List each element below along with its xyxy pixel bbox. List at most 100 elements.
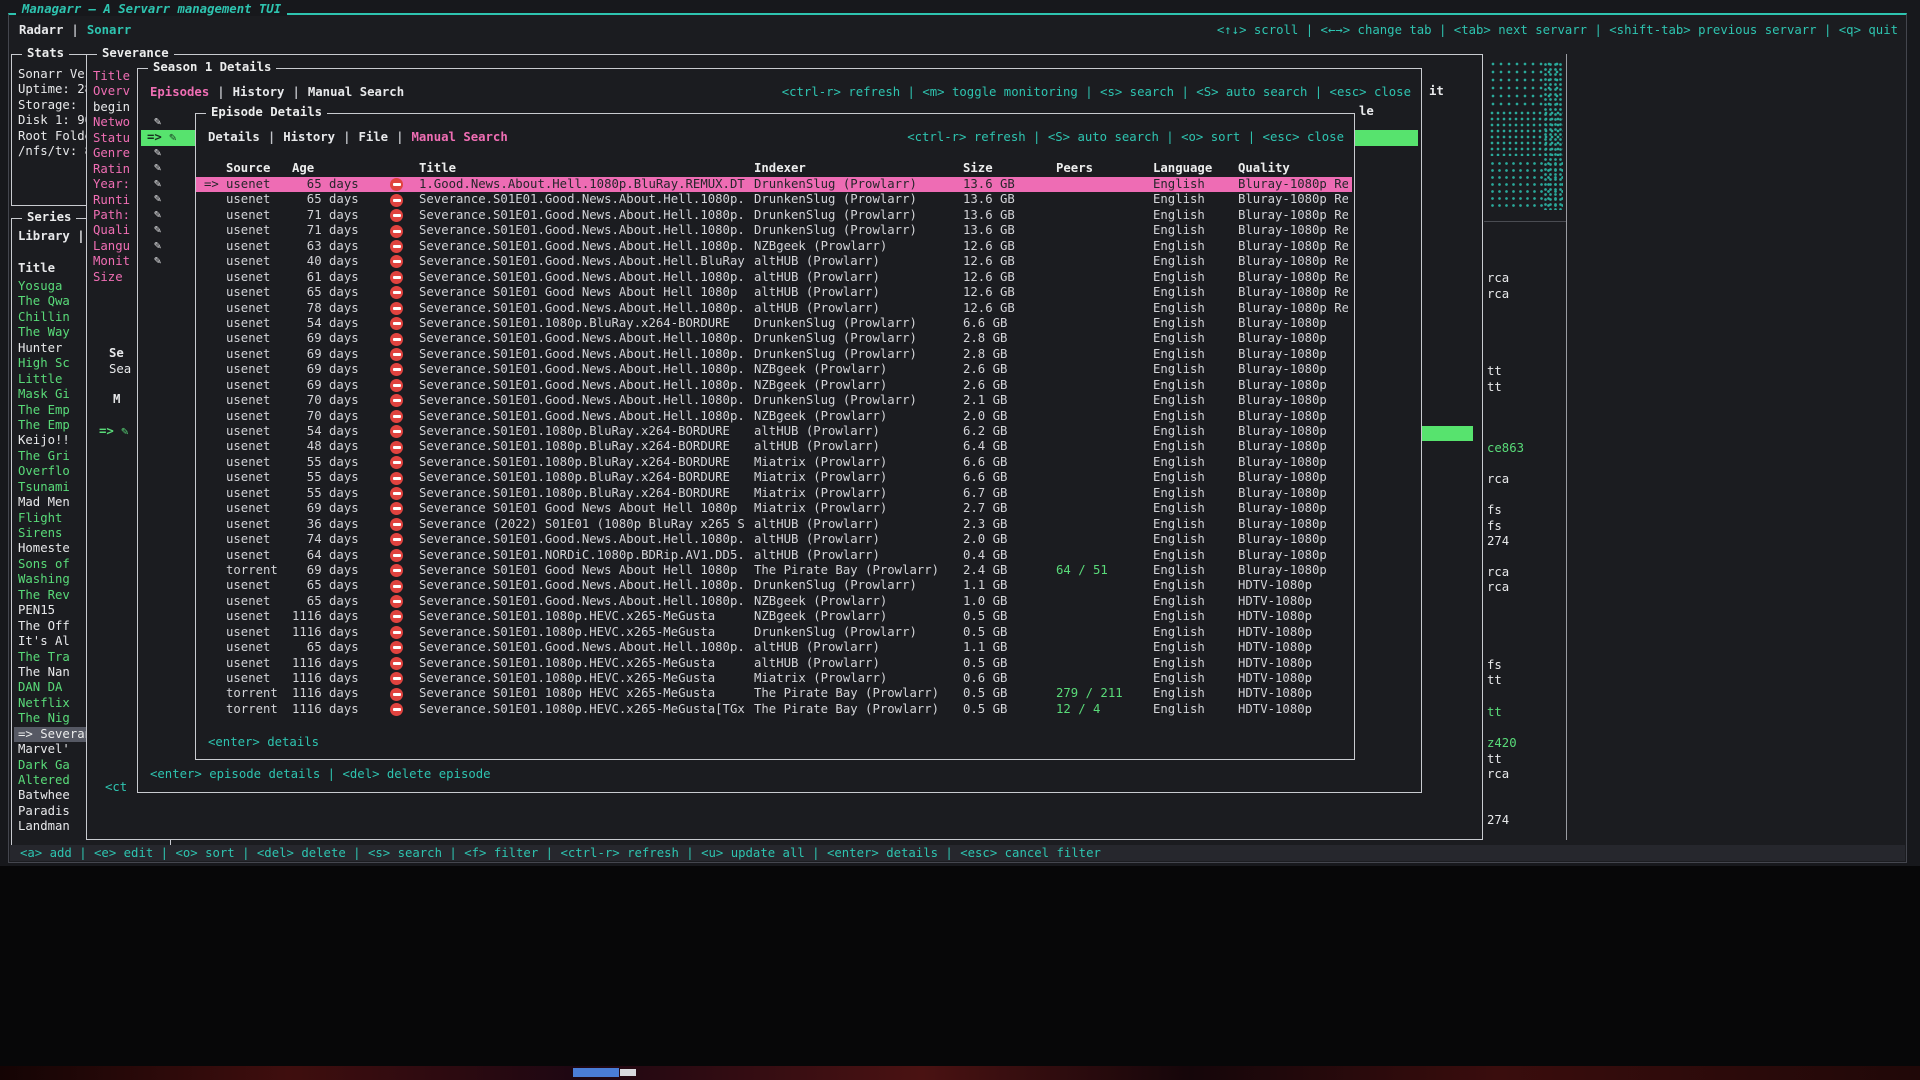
release-source: usenet — [226, 208, 292, 223]
release-row[interactable]: usenet 65 daysSeverance.S01E01.Good.News… — [196, 640, 1352, 655]
release-row[interactable]: usenet1116 daysSeverance.S01E01.1080p.HE… — [196, 609, 1352, 624]
release-row[interactable]: usenet1116 daysSeverance.S01E01.1080p.HE… — [196, 656, 1352, 671]
tab-details[interactable]: Details — [208, 130, 260, 144]
release-row[interactable]: => usenet 65 days1.Good.News.About.Hell.… — [196, 177, 1352, 192]
release-row[interactable]: usenet 64 daysSeverance.S01E01.NORDiC.10… — [196, 548, 1352, 563]
release-row[interactable]: usenet1116 daysSeverance.S01E01.1080p.HE… — [196, 671, 1352, 686]
episode-row-fragment[interactable]: ✎ — [154, 207, 161, 222]
release-quality: Quality — [1238, 161, 1348, 176]
release-indexer: altHUB (Prowlarr) — [754, 532, 963, 547]
release-row[interactable]: usenet 65 daysSeverance.S01E01.Good.News… — [196, 594, 1352, 609]
app-title: Managarr — A Servarr management TUI — [16, 2, 287, 16]
release-row[interactable]: usenet 54 daysSeverance.S01E01.1080p.Blu… — [196, 424, 1352, 439]
release-size: 6.7 GB — [963, 486, 1056, 501]
row-selection-prefix — [196, 362, 226, 377]
release-age: 69 days — [292, 362, 374, 377]
release-row[interactable]: usenet 74 daysSeverance.S01E01.Good.News… — [196, 532, 1352, 547]
release-peers — [1056, 532, 1153, 547]
release-peers — [1056, 501, 1153, 516]
release-size: Size — [963, 161, 1056, 176]
release-row[interactable]: usenet 36 daysSeverance (2022) S01E01 (1… — [196, 517, 1352, 532]
release-age: 48 days — [292, 439, 374, 454]
row-selection-prefix — [196, 470, 226, 485]
release-age: 61 days — [292, 270, 374, 285]
rejection-icon-cell — [374, 161, 419, 176]
episode-row-fragment[interactable]: ✎ — [154, 160, 161, 175]
release-row[interactable]: usenet 69 daysSeverance S01E01 Good News… — [196, 501, 1352, 516]
release-row[interactable]: usenet 71 daysSeverance.S01E01.Good.News… — [196, 223, 1352, 238]
episode-row-fragment[interactable]: ✎ — [154, 145, 161, 160]
rejected-icon — [390, 502, 403, 515]
global-keybinds: <↑↓> scroll | <←→> change tab | <tab> ne… — [1217, 23, 1898, 37]
row-selection-prefix — [196, 702, 226, 717]
release-row[interactable]: usenet 69 daysSeverance.S01E01.Good.News… — [196, 378, 1352, 393]
episode-row-fragment[interactable]: ✎ — [154, 191, 161, 206]
rejected-icon — [390, 333, 403, 346]
series-library-tab[interactable]: Library | — [18, 229, 85, 243]
tab-episodes[interactable]: Episodes — [150, 85, 209, 99]
release-row[interactable]: usenet 70 daysSeverance.S01E01.Good.News… — [196, 393, 1352, 408]
episode-row-fragment[interactable]: ✎ — [154, 238, 161, 253]
release-row[interactable]: usenet 69 daysSeverance.S01E01.Good.News… — [196, 362, 1352, 377]
release-indexer: altHUB (Prowlarr) — [754, 517, 963, 532]
release-quality: Bluray-1080p Re — [1238, 254, 1348, 269]
release-title: Severance.S01E01.1080p.BluRay.x264-BORDU… — [419, 486, 754, 501]
release-row[interactable]: torrent 69 daysSeverance S01E01 Good New… — [196, 563, 1352, 578]
tab-history[interactable]: History — [283, 130, 335, 144]
tab-manual-search[interactable]: Manual Search — [412, 130, 508, 144]
release-title: 1.Good.News.About.Hell.1080p.BluRay.REMU… — [419, 177, 754, 192]
release-row[interactable]: usenet 48 daysSeverance.S01E01.1080p.Blu… — [196, 439, 1352, 454]
release-row[interactable]: usenet 54 daysSeverance.S01E01.1080p.Blu… — [196, 316, 1352, 331]
release-row[interactable]: usenet1116 daysSeverance.S01E01.1080p.HE… — [196, 625, 1352, 640]
release-peers: 279 / 211 — [1056, 686, 1153, 701]
release-row[interactable]: usenet 69 daysSeverance.S01E01.Good.News… — [196, 347, 1352, 362]
episode-row-fragment[interactable]: ✎ — [154, 222, 161, 237]
tab-radarr[interactable]: Radarr — [19, 23, 63, 37]
release-title: Severance.S01E01.Good.News.About.Hell.10… — [419, 362, 754, 377]
release-size: 12.6 GB — [963, 254, 1056, 269]
tab-file[interactable]: File — [358, 130, 388, 144]
release-row[interactable]: usenet 71 daysSeverance.S01E01.Good.News… — [196, 208, 1352, 223]
selected-season-row-fragment[interactable] — [1422, 426, 1473, 441]
tab-separator: | — [343, 130, 350, 144]
release-row[interactable]: usenet 55 daysSeverance.S01E01.1080p.Blu… — [196, 455, 1352, 470]
monitored-icon: ✎ — [154, 176, 161, 190]
release-row[interactable]: usenet 65 daysSeverance.S01E01.Good.News… — [196, 578, 1352, 593]
release-indexer: NZBgeek (Prowlarr) — [754, 594, 963, 609]
row-selection-prefix — [196, 239, 226, 254]
episode-row-fragment[interactable]: ✎ — [154, 253, 161, 268]
rejected-icon — [390, 240, 403, 253]
release-age: 69 days — [292, 501, 374, 516]
release-title: Severance.S01E01.Good.News.About.Hell.10… — [419, 223, 754, 238]
tab-history[interactable]: History — [233, 85, 285, 99]
release-title: Severance.S01E01.Good.News.About.Hell.10… — [419, 239, 754, 254]
release-source: usenet — [226, 455, 292, 470]
release-row[interactable]: usenet 65 daysSeverance.S01E01.Good.News… — [196, 192, 1352, 207]
release-row[interactable]: usenet 55 daysSeverance.S01E01.1080p.Blu… — [196, 486, 1352, 501]
release-row[interactable]: usenet 63 daysSeverance.S01E01.Good.News… — [196, 239, 1352, 254]
release-size: 2.8 GB — [963, 331, 1056, 346]
release-row[interactable]: usenet 65 daysSeverance S01E01 Good News… — [196, 285, 1352, 300]
episode-row-fragment[interactable]: ✎ — [154, 176, 161, 191]
release-indexer: DrunkenSlug (Prowlarr) — [754, 347, 963, 362]
release-title: Severance.S01E01.Good.News.About.Hell.10… — [419, 532, 754, 547]
release-size: 12.6 GB — [963, 301, 1056, 316]
episode-row-fragment[interactable]: ✎ — [154, 114, 161, 129]
release-row[interactable]: usenet 40 daysSeverance.S01E01.Good.News… — [196, 254, 1352, 269]
release-row[interactable]: torrent1116 daysSeverance.S01E01.1080p.H… — [196, 702, 1352, 717]
tab-sonarr[interactable]: Sonarr — [87, 23, 131, 37]
release-row[interactable]: torrent1116 daysSeverance S01E01 1080p H… — [196, 686, 1352, 701]
rejected-icon — [390, 425, 403, 438]
release-indexer: Indexer — [754, 161, 963, 176]
release-size: 13.6 GB — [963, 177, 1056, 192]
release-row[interactable]: usenet 61 daysSeverance.S01E01.Good.News… — [196, 270, 1352, 285]
release-row[interactable]: usenet 70 daysSeverance.S01E01.Good.News… — [196, 409, 1352, 424]
release-peers — [1056, 455, 1153, 470]
release-row[interactable]: usenet 69 daysSeverance.S01E01.Good.News… — [196, 331, 1352, 346]
text-fragment: 274 — [1487, 534, 1509, 549]
release-row[interactable]: usenet 78 daysSeverance.S01E01.Good.News… — [196, 301, 1352, 316]
tab-manual-search[interactable]: Manual Search — [308, 85, 404, 99]
release-title: Severance.S01E01.1080p.BluRay.x264-BORDU… — [419, 455, 754, 470]
release-row[interactable]: usenet 55 daysSeverance.S01E01.1080p.Blu… — [196, 470, 1352, 485]
release-peers — [1056, 609, 1153, 624]
